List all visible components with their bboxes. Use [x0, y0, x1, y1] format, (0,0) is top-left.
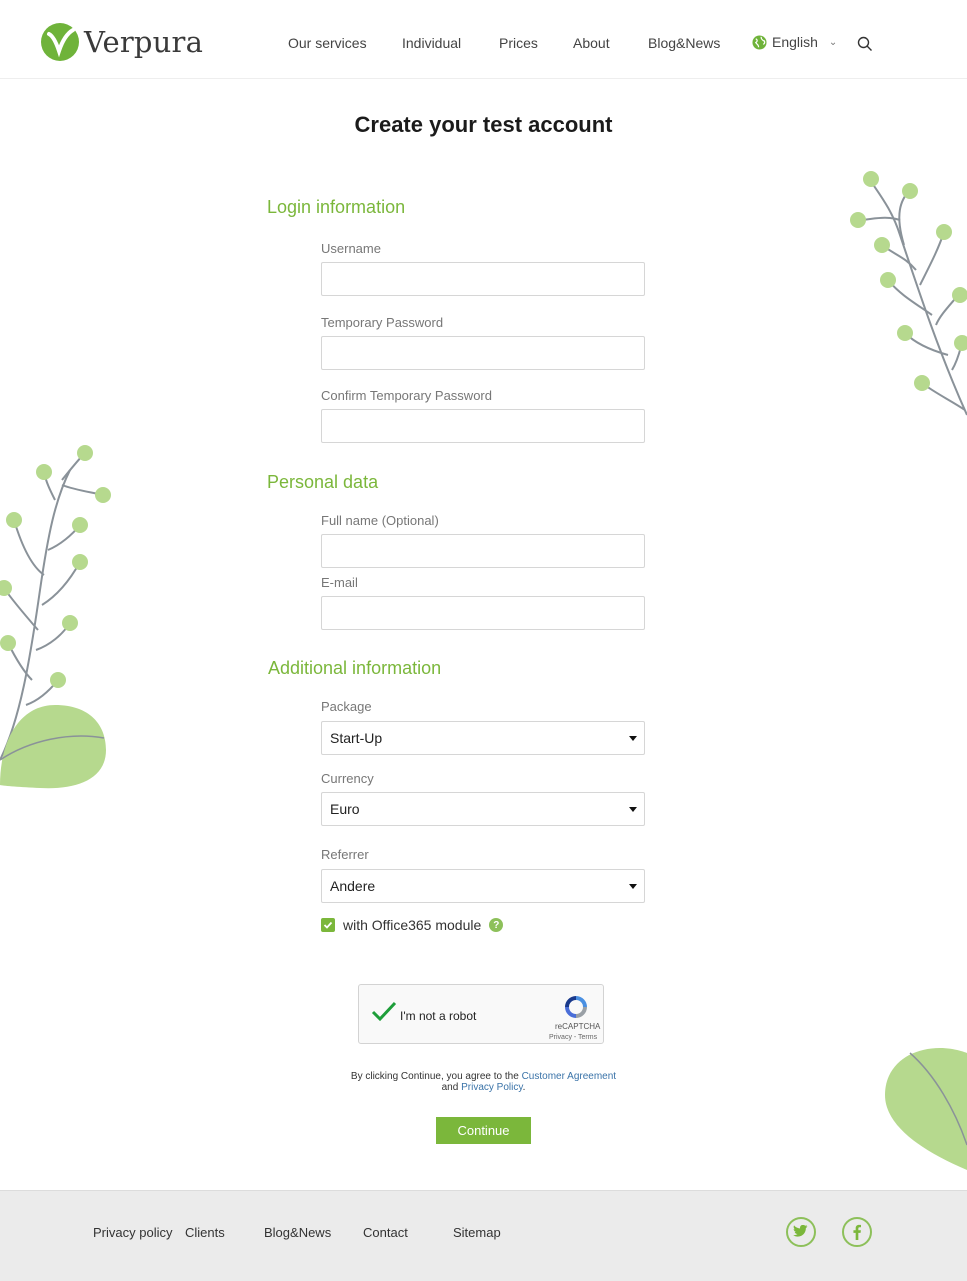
- language-selector[interactable]: English ⌄: [752, 34, 837, 50]
- chevron-down-icon: ⌄: [828, 36, 838, 48]
- recaptcha-label: I'm not a robot: [400, 1009, 477, 1023]
- agreement-suffix: .: [522, 1082, 526, 1093]
- agreement-prefix: By clicking Continue, you agree to the: [350, 1071, 519, 1082]
- footer-privacy-policy[interactable]: Privacy policy: [93, 1225, 172, 1240]
- confirm-password-label: Confirm Temporary Password: [321, 388, 492, 403]
- currency-select[interactable]: Euro: [321, 792, 645, 826]
- twitter-bird-icon: [793, 1225, 808, 1237]
- referrer-label: Referrer: [321, 847, 369, 862]
- privacy-policy-link[interactable]: Privacy Policy: [461, 1082, 523, 1093]
- full-name-input[interactable]: [321, 534, 645, 568]
- plant-decoration-left: [0, 445, 111, 789]
- verpura-logo-icon: [41, 23, 79, 61]
- package-value: Start-Up: [330, 730, 383, 746]
- dropdown-arrow-icon: [629, 884, 637, 889]
- footer-contact[interactable]: Contact: [363, 1225, 408, 1240]
- section-additional-information: Additional information: [268, 658, 442, 678]
- recaptcha-checkmark-icon[interactable]: [371, 1001, 397, 1023]
- leaf-decoration-right-bottom: [885, 1048, 967, 1170]
- recaptcha-privacy-terms[interactable]: Privacy - Terms: [549, 1034, 597, 1041]
- checkmark-icon: [323, 921, 333, 929]
- nav-about[interactable]: About: [573, 35, 610, 51]
- search-icon[interactable]: [857, 36, 873, 52]
- email-label: E-mail: [321, 575, 358, 590]
- plant-decoration-right-top: [850, 171, 967, 416]
- twitter-icon[interactable]: [786, 1217, 816, 1247]
- brand-logo[interactable]: Verpura: [40, 22, 203, 62]
- office365-option: with Office365 module ?: [321, 917, 504, 933]
- referrer-select[interactable]: Andere: [321, 869, 645, 903]
- username-input[interactable]: [321, 262, 645, 296]
- temporary-password-input[interactable]: [321, 336, 645, 370]
- site-footer: Privacy policy Clients Blog&News Contact…: [0, 1190, 967, 1281]
- continue-button[interactable]: Continue: [436, 1117, 531, 1144]
- package-select[interactable]: Start-Up: [321, 721, 645, 755]
- agreement-text: By clicking Continue, you agree to the C…: [0, 1071, 967, 1093]
- language-label: English: [772, 34, 818, 50]
- footer-sitemap[interactable]: Sitemap: [453, 1225, 501, 1240]
- section-personal-data: Personal data: [267, 472, 379, 492]
- package-label: Package: [321, 699, 372, 714]
- nav-blog-news[interactable]: Blog&News: [648, 35, 720, 51]
- facebook-icon[interactable]: [842, 1217, 872, 1247]
- footer-clients[interactable]: Clients: [185, 1225, 225, 1240]
- currency-value: Euro: [330, 801, 360, 817]
- agreement-and: and: [441, 1082, 459, 1093]
- recaptcha-logo-icon: [565, 996, 587, 1018]
- site-header: Verpura Our services Individual Prices A…: [0, 0, 967, 79]
- username-label: Username: [321, 241, 381, 256]
- globe-icon: [752, 34, 767, 50]
- page-title: Create your test account: [354, 112, 613, 137]
- recaptcha-brand: reCAPTCHA: [555, 1022, 601, 1031]
- referrer-value: Andere: [330, 878, 376, 894]
- nav-prices[interactable]: Prices: [499, 35, 538, 51]
- section-login-information: Login information: [267, 197, 406, 217]
- email-input[interactable]: [321, 596, 645, 630]
- help-icon[interactable]: ?: [489, 918, 504, 932]
- dropdown-arrow-icon: [629, 736, 637, 741]
- facebook-f-icon: [853, 1224, 861, 1240]
- office365-checkbox[interactable]: [321, 918, 335, 932]
- footer-blog-news[interactable]: Blog&News: [264, 1225, 331, 1240]
- full-name-label: Full name (Optional): [321, 513, 439, 528]
- nav-individual[interactable]: Individual: [402, 35, 461, 51]
- temporary-password-label: Temporary Password: [321, 315, 444, 330]
- currency-label: Currency: [321, 771, 374, 786]
- brand-name: Verpura: [84, 25, 204, 59]
- confirm-password-input[interactable]: [321, 409, 645, 443]
- recaptcha-widget: I'm not a robot reCAPTCHA Privacy - Term…: [358, 984, 604, 1044]
- nav-our-services[interactable]: Our services: [288, 35, 367, 51]
- office365-label: with Office365 module: [343, 917, 482, 933]
- customer-agreement-link[interactable]: Customer Agreement: [522, 1071, 617, 1082]
- dropdown-arrow-icon: [629, 807, 637, 812]
